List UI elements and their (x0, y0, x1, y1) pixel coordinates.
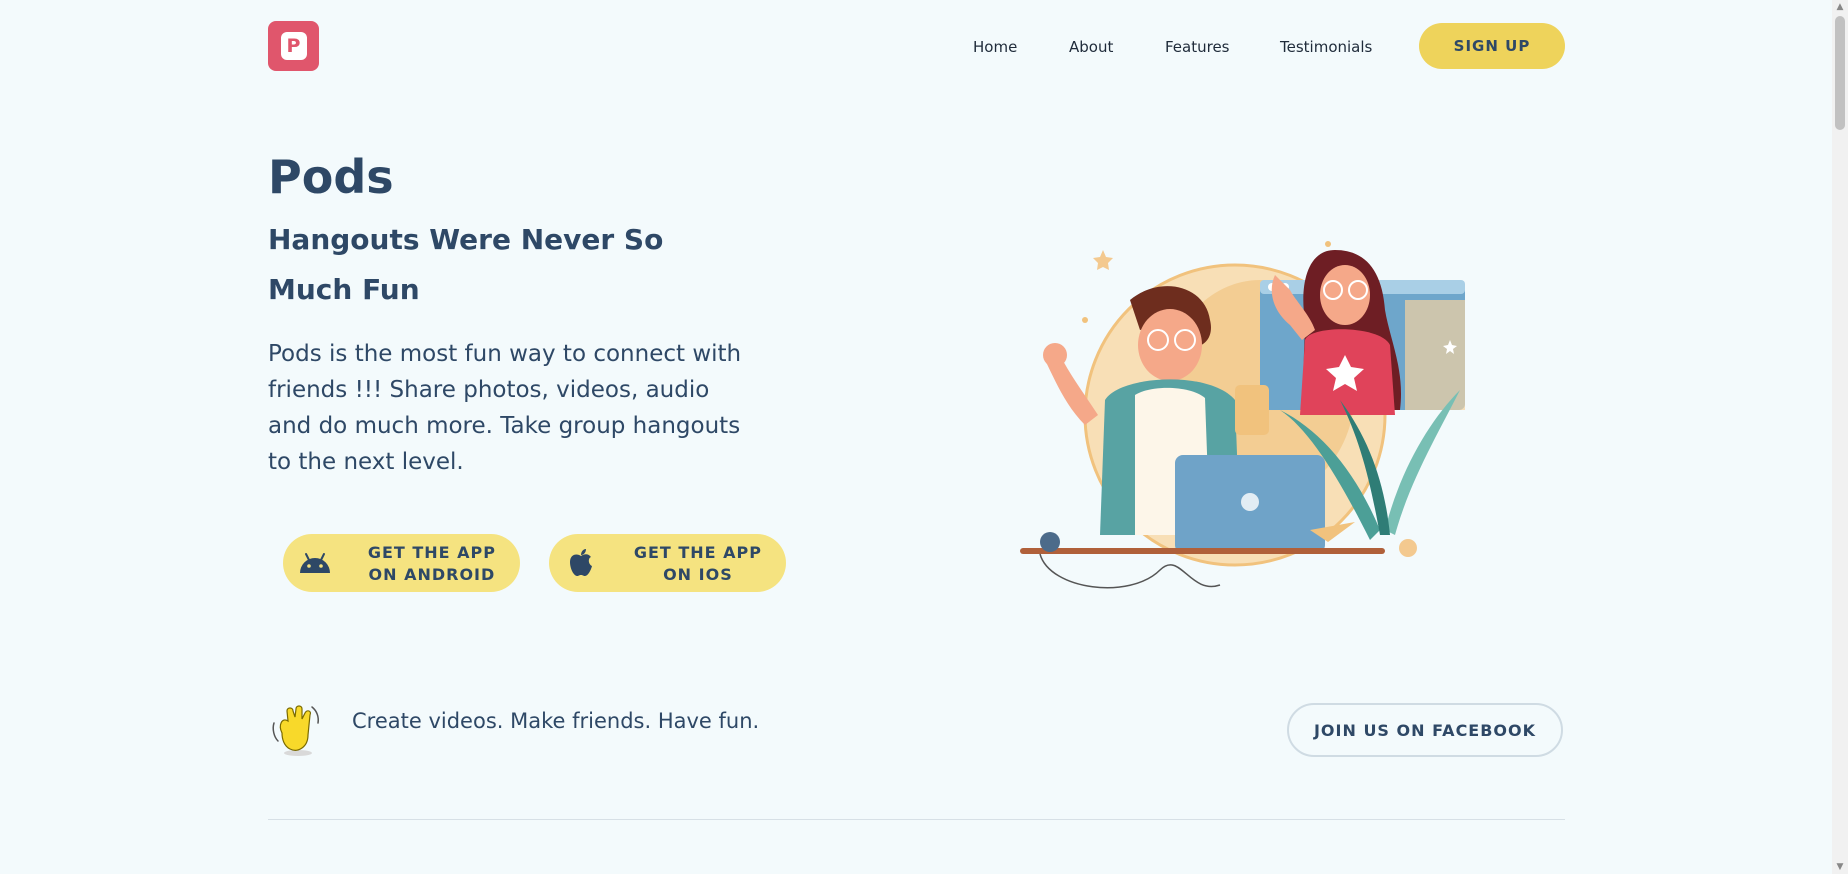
nav-about[interactable]: About (1069, 38, 1113, 56)
page-scrollbar[interactable]: ▲ ▼ (1832, 0, 1848, 874)
nav-features[interactable]: Features (1165, 38, 1230, 56)
section-divider (268, 819, 1565, 820)
scroll-up-arrow-icon[interactable]: ▲ (1832, 0, 1848, 14)
apple-icon (570, 549, 592, 576)
scroll-thumb[interactable] (1835, 16, 1845, 130)
landing-page: P Home About Features Testimonials SIGN … (0, 0, 1832, 874)
waving-hand-icon (272, 705, 319, 756)
join-facebook-button[interactable]: JOIN US ON FACEBOOK (1287, 703, 1563, 757)
hero-subtitle: Hangouts Were Never So Much Fun (268, 223, 664, 306)
scroll-down-arrow-icon[interactable]: ▼ (1832, 860, 1848, 874)
ios-button-label: GET THE APP ON IOS (633, 543, 762, 584)
signup-button[interactable]: SIGN UP (1419, 23, 1565, 69)
android-button-label: GET THE APP ON ANDROID (367, 543, 496, 584)
hero-illustration (1020, 241, 1465, 589)
logo-letter: P (280, 32, 307, 60)
pods-logo[interactable]: P (268, 21, 319, 71)
hero-title: Pods (268, 150, 394, 204)
android-icon (300, 553, 330, 573)
nav-home[interactable]: Home (973, 38, 1017, 56)
nav-testimonials[interactable]: Testimonials (1280, 38, 1372, 56)
android-download-button[interactable]: GET THE APP ON ANDROID (283, 534, 520, 592)
ios-download-button[interactable]: GET THE APP ON IOS (549, 534, 786, 592)
hero-description: Pods is the most fun way to connect with… (268, 341, 742, 475)
tagline: Create videos. Make friends. Have fun. (352, 709, 760, 733)
